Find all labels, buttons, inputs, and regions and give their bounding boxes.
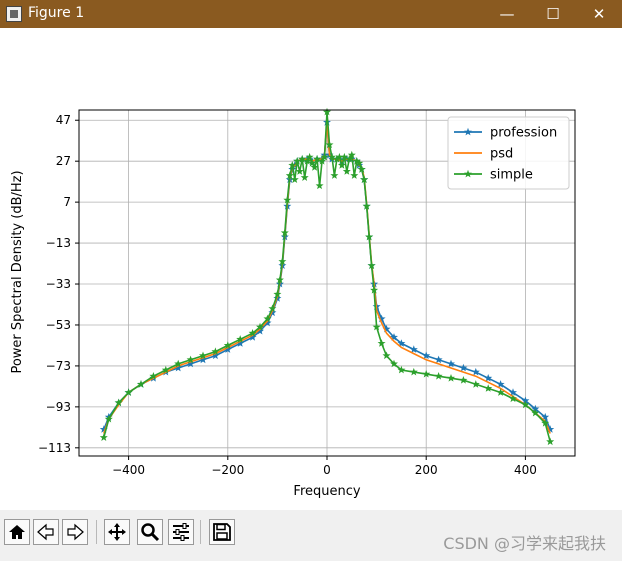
pan-button[interactable] (104, 519, 130, 545)
configure-subplots-button[interactable] (168, 519, 194, 545)
data-point (484, 384, 493, 392)
data-point (471, 380, 480, 388)
data-point (99, 433, 108, 441)
back-icon (37, 523, 54, 541)
forward-button[interactable] (62, 519, 88, 545)
window-titlebar: Figure 1 — ☐ ✕ (0, 0, 622, 28)
y-tick-label: −73 (46, 359, 71, 373)
y-tick-label: 7 (63, 195, 71, 209)
x-tick-label: 0 (323, 463, 331, 477)
data-point (409, 367, 418, 376)
data-point (315, 181, 324, 190)
data-point (459, 376, 468, 384)
toolbar: CSDN @习学来起我扶 (0, 510, 622, 561)
y-tick-label: −93 (46, 400, 71, 414)
data-point (434, 372, 443, 380)
home-icon (9, 525, 25, 539)
legend-label: profession (490, 126, 557, 141)
data-point (377, 339, 386, 347)
toolbar-divider (200, 520, 201, 544)
y-tick-label: −33 (46, 277, 71, 291)
x-tick-label: −200 (211, 463, 244, 477)
data-point (290, 175, 299, 183)
y-tick-label: 47 (56, 113, 71, 127)
save-icon (213, 523, 231, 541)
y-tick-label: 27 (56, 154, 71, 168)
pan-icon (108, 523, 126, 541)
app-icon (6, 6, 22, 22)
maximize-button[interactable]: ☐ (530, 0, 576, 28)
y-tick-label: −53 (46, 318, 71, 332)
zoom-button[interactable] (137, 519, 163, 545)
forward-icon (67, 523, 84, 541)
data-point (330, 171, 339, 179)
data-point (546, 437, 555, 446)
y-tick-label: −13 (46, 236, 71, 250)
home-button[interactable] (4, 519, 30, 545)
x-tick-label: 400 (514, 463, 537, 477)
legend: profession psd simple (447, 116, 570, 190)
x-tick-label: −400 (112, 463, 145, 477)
y-axis-label: Power Spectral Density (dB/Hz) (10, 170, 25, 373)
save-button[interactable] (209, 519, 235, 545)
data-point (459, 363, 468, 372)
data-point (434, 355, 443, 364)
close-button[interactable]: ✕ (576, 0, 622, 28)
data-point (350, 171, 359, 179)
data-point (447, 374, 455, 382)
back-button[interactable] (33, 519, 59, 545)
legend-label: psd (490, 147, 513, 162)
chart-svg: −400 −200 0 200 40047277−13−33−53−73−93−113 … (10, 107, 576, 499)
configure-subplots-icon (173, 523, 189, 541)
minimize-button[interactable]: — (484, 0, 530, 28)
x-tick-label: 200 (415, 463, 438, 477)
figure-canvas[interactable]: −400 −200 0 200 400 47 27 7 −13 −33 −53 −73 −93 −113 … (0, 28, 622, 510)
window-title: Figure 1 (28, 5, 85, 21)
x-axis-label: Frequency (293, 484, 360, 499)
toolbar-divider (96, 520, 97, 544)
legend-label: simple (490, 168, 533, 183)
watermark: CSDN @习学来起我扶 (443, 534, 606, 553)
y-tick-label: −113 (38, 441, 71, 455)
zoom-icon (141, 523, 160, 542)
